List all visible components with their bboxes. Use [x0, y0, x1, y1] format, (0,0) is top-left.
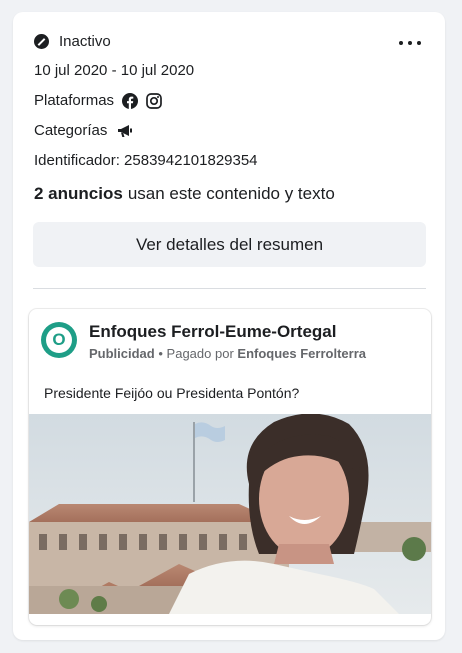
more-options-button[interactable] [399, 34, 421, 52]
status-row: Inactivo [34, 33, 111, 50]
date-range: 10 jul 2020 - 10 jul 2020 [34, 62, 194, 79]
instagram-icon [146, 92, 162, 109]
page-name-link[interactable]: Enfoques Ferrol-Eume-Ortegal [89, 322, 336, 342]
dot-icon [417, 41, 421, 45]
date-range-text: 10 jul 2020 - 10 jul 2020 [34, 62, 195, 79]
ad-body-text: Presidente Feijóo ou Presidenta Pontón? [44, 385, 300, 401]
sponsored-label: Publicidad [89, 346, 155, 361]
dot-icon [408, 41, 412, 45]
separator: • [158, 346, 163, 361]
divider [33, 288, 426, 289]
page-avatar[interactable]: O [41, 322, 77, 358]
view-summary-details-button[interactable]: Ver detalles del resumen [33, 222, 426, 267]
inactive-icon [34, 34, 49, 49]
ad-preview: O Enfoques Ferrol-Eume-Ortegal Publicida… [29, 309, 431, 625]
sponsored-line: Publicidad • Pagado por Enfoques Ferrolt… [89, 346, 366, 361]
paid-by-name: Enfoques Ferrolterra [237, 346, 366, 361]
identifier-text: Identificador: 2583942101829354 [34, 152, 258, 169]
categories-label: Categorías [34, 122, 108, 139]
status-text: Inactivo [59, 33, 111, 50]
ad-summary-card: Inactivo 10 jul 2020 - 10 jul 2020 Plata… [13, 12, 445, 640]
paid-by-prefix: Pagado por [166, 346, 234, 361]
categories-row: Categorías [34, 122, 133, 139]
avatar-letter: O [52, 330, 66, 349]
ads-count: 2 anuncios [34, 184, 123, 203]
ad-image[interactable] [29, 414, 431, 614]
identifier-row: Identificador: 2583942101829354 [34, 152, 258, 169]
platforms-label: Plataformas [34, 92, 115, 109]
dot-icon [399, 41, 403, 45]
facebook-icon [122, 92, 139, 109]
ads-count-row: 2 anuncios usan este contenido y texto [34, 184, 335, 204]
platforms-row: Plataformas [34, 92, 162, 109]
ads-count-suffix: usan este contenido y texto [127, 184, 335, 203]
megaphone-icon [118, 124, 133, 137]
